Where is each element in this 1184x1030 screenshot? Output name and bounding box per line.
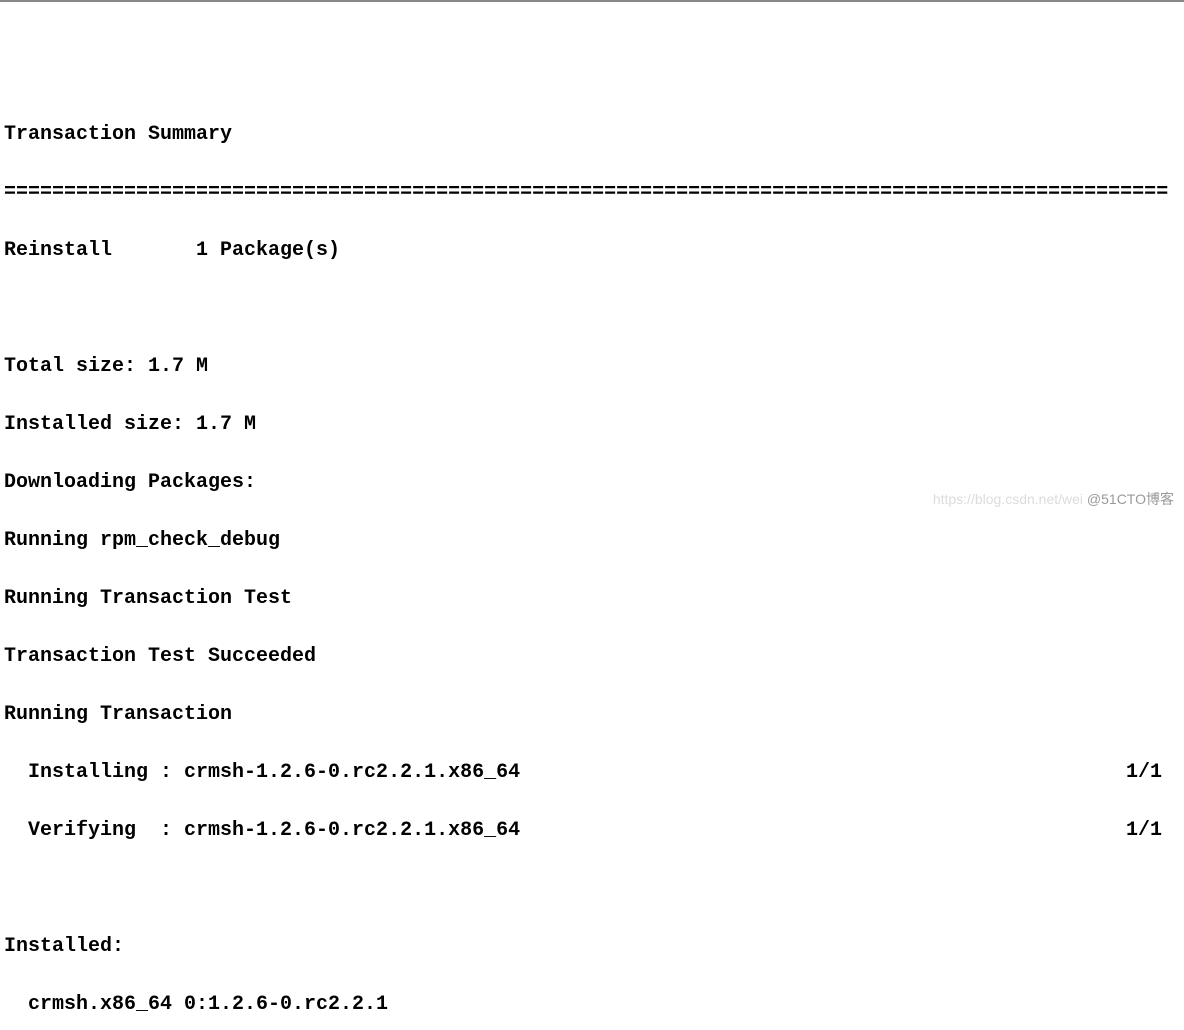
installed-package: crmsh.x86_64 0:1.2.6-0.rc2.2.1	[4, 990, 1180, 1019]
rpm-check-line: Running rpm_check_debug	[4, 526, 1180, 555]
installing-row: Installing : crmsh-1.2.6-0.rc2.2.1.x86_6…	[4, 758, 1180, 787]
tx-success-line: Transaction Test Succeeded	[4, 642, 1180, 671]
running-tx-line: Running Transaction	[4, 700, 1180, 729]
blank-line	[4, 874, 1180, 903]
verifying-progress: 1/1	[1126, 816, 1180, 845]
installing-label: Installing : crmsh-1.2.6-0.rc2.2.1.x86_6…	[4, 758, 520, 787]
separator-line: ========================================…	[4, 178, 1180, 207]
watermark: https://blog.csdn.net/wei @51CTO博客	[933, 489, 1174, 509]
watermark-dark: @51CTO博客	[1087, 491, 1174, 507]
watermark-light: https://blog.csdn.net/wei	[933, 491, 1087, 507]
installing-progress: 1/1	[1126, 758, 1180, 787]
installed-size-line: Installed size: 1.7 M	[4, 410, 1180, 439]
transaction-summary-title: Transaction Summary	[4, 120, 1180, 149]
verifying-label: Verifying : crmsh-1.2.6-0.rc2.2.1.x86_64	[4, 816, 520, 845]
action-line: Reinstall 1 Package(s)	[4, 236, 1180, 265]
blank-line	[4, 294, 1180, 323]
verifying-row: Verifying : crmsh-1.2.6-0.rc2.2.1.x86_64…	[4, 816, 1180, 845]
tx-test-line: Running Transaction Test	[4, 584, 1180, 613]
total-size-line: Total size: 1.7 M	[4, 352, 1180, 381]
installed-header: Installed:	[4, 932, 1180, 961]
